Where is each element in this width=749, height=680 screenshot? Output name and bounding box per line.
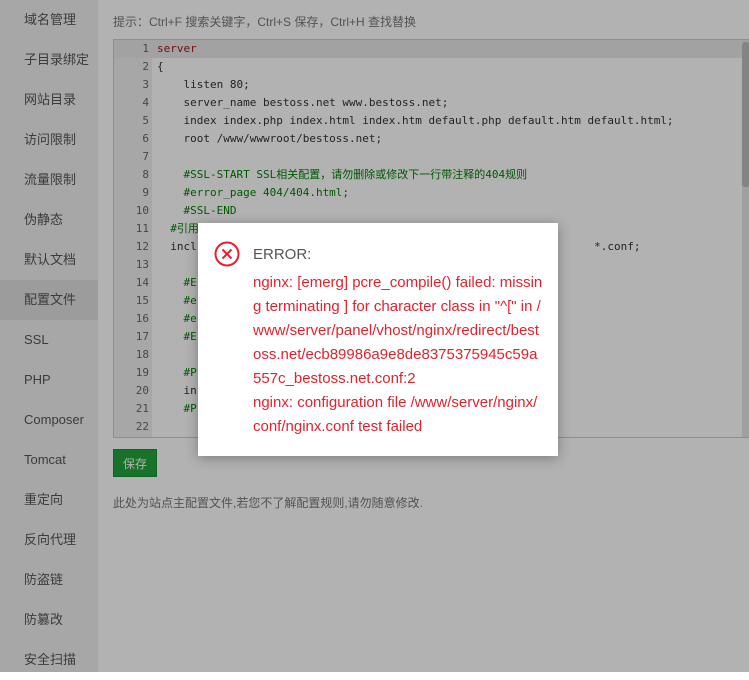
error-line: nginx: configuration file /www/server/ng… <box>253 394 538 435</box>
error-title: ERROR: <box>253 246 312 263</box>
error-message: nginx: [emerg] pcre_compile() failed: mi… <box>253 271 543 439</box>
error-line: nginx: [emerg] pcre_compile() failed: mi… <box>253 274 543 387</box>
error-circle-x-icon <box>214 241 240 267</box>
error-dialog: ERROR: nginx: [emerg] pcre_compile() fai… <box>198 223 558 456</box>
